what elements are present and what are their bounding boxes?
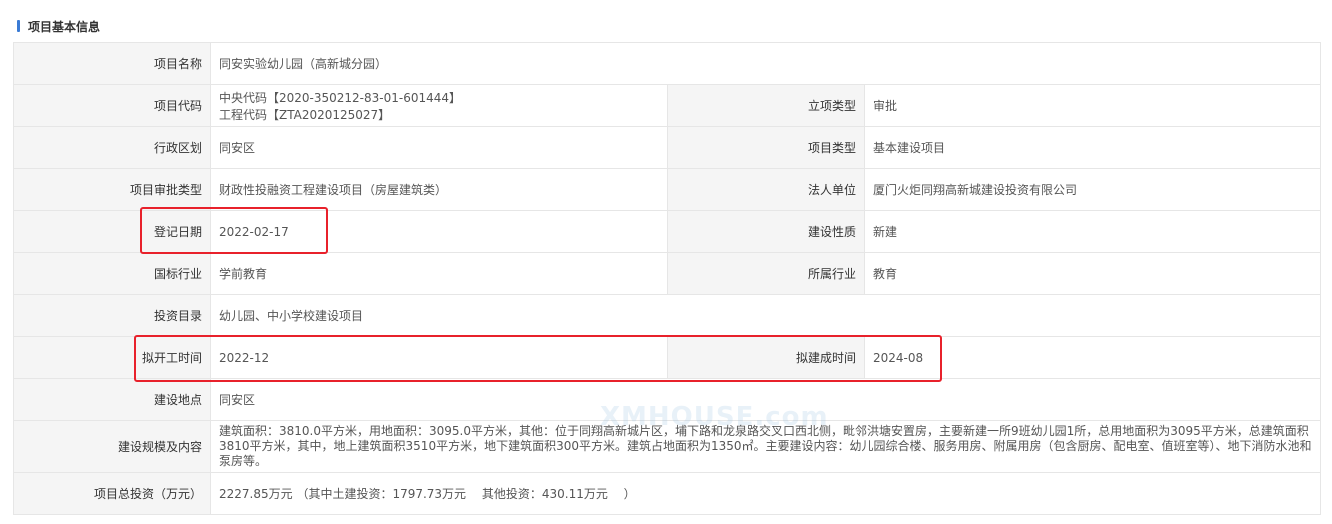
approval-type-label: 立项类型 xyxy=(667,84,865,127)
approval-category-label: 项目审批类型 xyxy=(13,168,211,211)
legal-entity-label: 法人单位 xyxy=(667,168,865,211)
row-total-investment: 项目总投资（万元） 2227.85万元 （其中土建投资：1797.73万元 其他… xyxy=(13,472,1322,515)
national-industry-label: 国标行业 xyxy=(13,252,211,295)
industry-label: 所属行业 xyxy=(667,252,865,295)
national-industry-value: 学前教育 xyxy=(210,252,668,295)
industry-value: 教育 xyxy=(863,252,1322,295)
investment-catalog-label: 投资目录 xyxy=(13,294,211,337)
legal-entity-value: 厦门火炬同翔高新城建设投资有限公司 xyxy=(863,168,1322,211)
approval-category-value: 财政性投融资工程建设项目（房屋建筑类） xyxy=(210,168,668,211)
scale-text-line: 建筑面积：3810.0平方米，用地面积：3095.0平方米，其他：位于同翔高新城… xyxy=(219,424,1309,438)
project-code-value: 中央代码【2020-350212-83-01-601444】 工程代码【ZTA2… xyxy=(210,84,668,127)
project-type-label: 项目类型 xyxy=(667,126,865,169)
district-label: 行政区划 xyxy=(13,126,211,169)
row-approval-category: 项目审批类型 财政性投融资工程建设项目（房屋建筑类） 法人单位 厦门火炬同翔高新… xyxy=(13,168,1322,211)
planned-completion-value: 2024-08 xyxy=(863,336,1322,379)
construction-nature-label: 建设性质 xyxy=(667,210,865,253)
row-national-industry: 国标行业 学前教育 所属行业 教育 xyxy=(13,252,1322,295)
project-name-value: 同安实验幼儿园（高新城分园） xyxy=(209,42,1322,85)
row-location: 建设地点 同安区 xyxy=(13,378,1322,421)
scale-value: 建筑面积：3810.0平方米，用地面积：3095.0平方米，其他：位于同翔高新城… xyxy=(209,420,1322,473)
total-investment-label: 项目总投资（万元） xyxy=(13,472,211,515)
planned-start-label: 拟开工时间 xyxy=(13,336,211,379)
central-code-text: 中央代码【2020-350212-83-01-601444】 xyxy=(219,90,462,105)
planned-start-value: 2022-12 xyxy=(210,336,668,379)
scale-label: 建设规模及内容 xyxy=(13,420,211,473)
location-value: 同安区 xyxy=(209,378,1322,421)
registration-date-label: 登记日期 xyxy=(13,210,211,253)
section-header: 项目基本信息 xyxy=(17,14,100,38)
row-investment-catalog: 投资目录 幼儿园、中小学校建设项目 xyxy=(13,294,1322,337)
section-title: 项目基本信息 xyxy=(28,19,101,34)
construction-nature-value: 新建 xyxy=(863,210,1322,253)
row-project-code: 项目代码 中央代码【2020-350212-83-01-601444】 工程代码… xyxy=(13,84,1322,127)
location-label: 建设地点 xyxy=(13,378,211,421)
row-registration-date: 登记日期 2022-02-17 建设性质 新建 xyxy=(13,210,1322,253)
row-planned-start: 拟开工时间 2022-12 拟建成时间 2024-08 xyxy=(13,336,1322,379)
total-investment-value: 2227.85万元 （其中土建投资：1797.73万元 其他投资：430.11万… xyxy=(209,472,1322,515)
row-project-name: 项目名称 同安实验幼儿园（高新城分园） xyxy=(13,42,1322,85)
project-code-label: 项目代码 xyxy=(13,84,211,127)
project-type-value: 基本建设项目 xyxy=(863,126,1322,169)
engineering-code-text: 工程代码【ZTA2020125027】 xyxy=(219,107,391,122)
row-scale: 建设规模及内容 建筑面积：3810.0平方米，用地面积：3095.0平方米，其他… xyxy=(13,420,1322,473)
scale-text-line: 3810平方米，其中，地上建筑面积3510平方米，地下建筑面积300平方米。建筑… xyxy=(219,439,1312,453)
district-value: 同安区 xyxy=(210,126,668,169)
planned-completion-label: 拟建成时间 xyxy=(667,336,865,379)
registration-date-value: 2022-02-17 xyxy=(210,210,668,253)
project-name-label: 项目名称 xyxy=(13,42,211,85)
project-info-table: 项目名称 同安实验幼儿园（高新城分园） 项目代码 中央代码【2020-35021… xyxy=(13,42,1322,515)
approval-type-value: 审批 xyxy=(863,84,1322,127)
scale-text-line: 泵房等。 xyxy=(219,454,268,468)
investment-catalog-value: 幼儿园、中小学校建设项目 xyxy=(209,294,1322,337)
section-accent-bar xyxy=(17,20,20,32)
row-district: 行政区划 同安区 项目类型 基本建设项目 xyxy=(13,126,1322,169)
